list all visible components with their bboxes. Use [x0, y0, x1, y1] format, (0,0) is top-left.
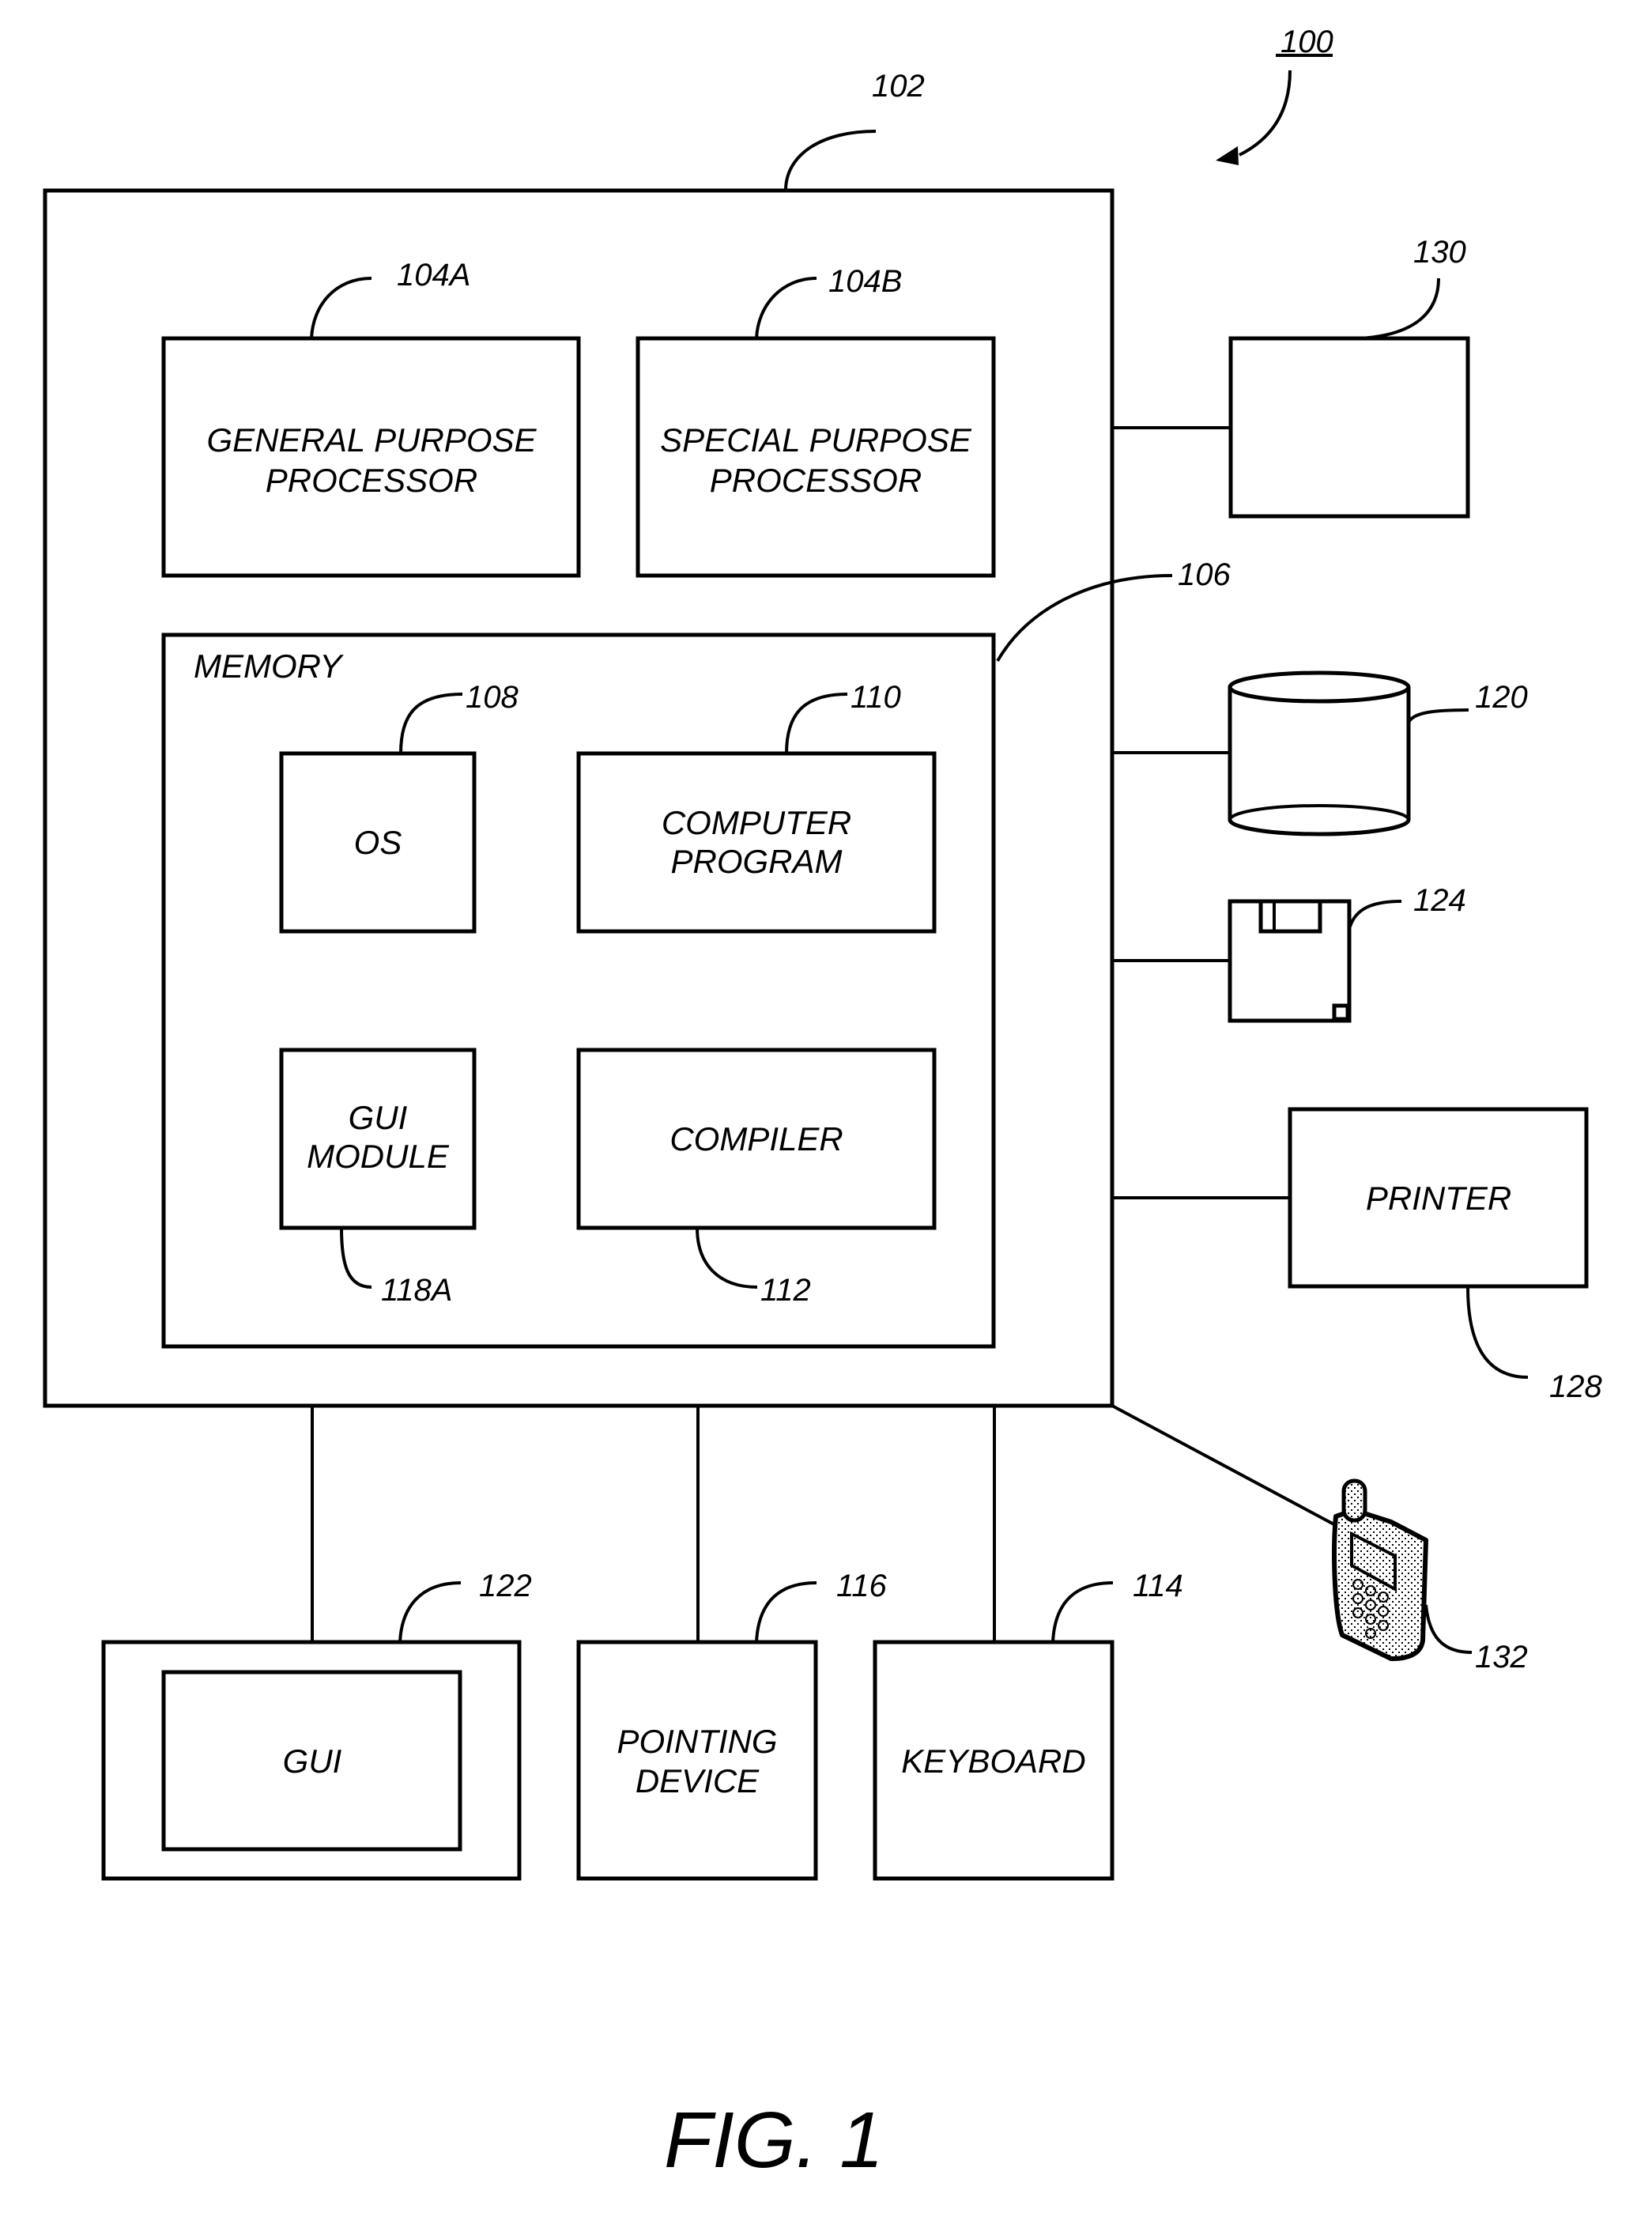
cylinder-top — [1228, 670, 1411, 704]
link-to-phone — [1111, 1404, 1341, 1529]
peripheral-130: 130 — [1228, 235, 1470, 519]
gui-module-line2: MODULE — [307, 1138, 450, 1175]
ref-label-114: 114 — [1133, 1569, 1183, 1603]
mobile-phone-icon: 132 — [1332, 1478, 1528, 1675]
ref-label-130: 130 — [1413, 235, 1466, 270]
keyboard-114: KEYBOARD 114 — [873, 1569, 1183, 1881]
pointing-device-116: POINTING DEVICE 116 — [576, 1569, 888, 1881]
leader-102 — [784, 130, 877, 191]
ref-label-102: 102 — [872, 69, 925, 104]
pointing-device-box — [576, 1640, 818, 1881]
processor-104b-line2: PROCESSOR — [710, 462, 922, 499]
floppy-disk-icon: 124 — [1228, 883, 1466, 1023]
leader-124 — [1348, 900, 1402, 927]
phone-antenna — [1341, 1478, 1367, 1523]
floppy-write-protect — [1332, 1003, 1350, 1021]
figure-caption: FIG. 1 — [664, 2096, 884, 2184]
leader-114 — [1051, 1581, 1114, 1643]
printer-label: PRINTER — [1366, 1180, 1511, 1217]
computer-102: 102 GENERAL PURPOSE PROCESSOR 104A SPECI… — [43, 69, 1231, 1408]
processor-104a-line2: PROCESSOR — [266, 462, 477, 499]
computer-program-line2: PROGRAM — [670, 843, 842, 880]
ref-label-110: 110 — [851, 680, 901, 715]
ref-label-122: 122 — [479, 1569, 532, 1603]
pointing-device-line1: POINTING — [617, 1723, 777, 1760]
computer-program-line1: COMPUTER — [662, 804, 851, 841]
system-arrow-shaft — [1239, 70, 1292, 157]
ref-label-106: 106 — [1178, 557, 1231, 592]
leader-116 — [755, 1581, 817, 1643]
keyboard-label: KEYBOARD — [901, 1743, 1085, 1780]
phone-body — [1332, 1508, 1428, 1661]
floppy-shutter — [1258, 899, 1322, 934]
leader-132 — [1424, 1604, 1473, 1654]
ref-label-108: 108 — [466, 680, 519, 715]
system-ref-100: 100 — [1216, 25, 1333, 165]
memory-box — [161, 632, 996, 1349]
pointing-device-line2: DEVICE — [636, 1762, 760, 1799]
database-cylinder-icon: 120 — [1228, 670, 1528, 836]
leader-120 — [1408, 708, 1469, 723]
processor-104b-line1: SPECIAL PURPOSE — [660, 421, 972, 459]
leader-130 — [1359, 278, 1440, 340]
os-label: OS — [354, 824, 402, 861]
memory-label: MEMORY — [194, 648, 344, 685]
processor-104a-line1: GENERAL PURPOSE — [206, 421, 537, 459]
display-122: GUI 122 — [101, 1569, 532, 1881]
ref-label-112: 112 — [760, 1273, 811, 1308]
ref-label-124: 124 — [1413, 883, 1466, 918]
fig-1-diagram: 100 102 GENERAL PURPOSE PROCESSOR 104A S… — [43, 25, 1602, 2184]
arrow-head-icon — [1216, 146, 1239, 165]
device-130-box — [1228, 336, 1470, 519]
cylinder-body — [1228, 687, 1411, 836]
ref-label-132: 132 — [1475, 1640, 1528, 1675]
ref-label-118a: 118A — [381, 1273, 452, 1308]
ref-label-104a: 104A — [397, 258, 470, 293]
gui-module-line1: GUI — [349, 1099, 408, 1136]
leader-128 — [1466, 1286, 1529, 1379]
display-gui-label: GUI — [283, 1743, 342, 1780]
ref-label-120: 120 — [1475, 680, 1528, 715]
compiler-label: COMPILER — [669, 1120, 843, 1157]
ref-label-116: 116 — [836, 1569, 888, 1603]
ref-label-104b: 104B — [828, 264, 902, 299]
ref-label-128: 128 — [1549, 1369, 1602, 1404]
printer-128: PRINTER 128 — [1288, 1107, 1602, 1404]
leader-122 — [398, 1581, 462, 1643]
